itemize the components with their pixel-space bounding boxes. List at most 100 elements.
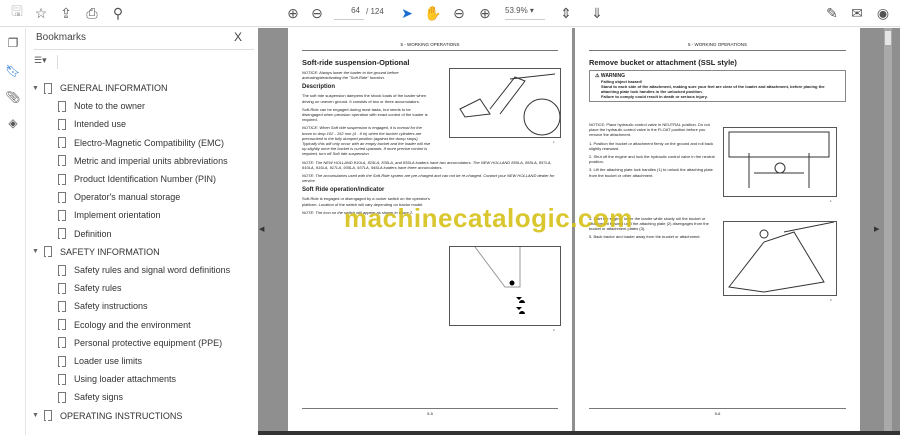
warning-line: Failure to comply could result in death … bbox=[601, 94, 708, 99]
star-icon[interactable]: ☆ bbox=[32, 4, 50, 22]
bookmark-icon bbox=[44, 410, 54, 422]
email-icon[interactable]: ✉ bbox=[848, 4, 866, 22]
bookmark-icon bbox=[58, 137, 68, 149]
bookmark-icon bbox=[58, 191, 68, 203]
bookmark-label: Using loader attachments bbox=[74, 374, 177, 385]
account-icon[interactable]: ◉ bbox=[874, 4, 892, 22]
bookmark-item[interactable]: Note to the owner bbox=[58, 98, 145, 114]
bookmark-item[interactable]: ▼ GENERAL INFORMATION bbox=[32, 80, 168, 96]
section-title: Remove bucket or attachment (SSL style) bbox=[589, 58, 737, 67]
collapse-panel-icon[interactable]: ◀ bbox=[259, 225, 264, 233]
notice: NOTICE: Always lower the loader to the g… bbox=[302, 70, 399, 81]
divider bbox=[34, 49, 254, 50]
page-fit-icon[interactable]: ⇕ bbox=[557, 4, 575, 22]
bookmark-item[interactable]: Safety rules bbox=[58, 280, 122, 296]
bookmark-item[interactable]: Ecology and the environment bbox=[58, 317, 191, 333]
bookmark-label: Loader use limits bbox=[74, 356, 143, 366]
step: 2. Shut off the engine and lock the hydr… bbox=[589, 154, 715, 165]
bookmarks-panel: Bookmarks X ☰▾ ▼ GENERAL INFORMATION Note … bbox=[26, 28, 258, 435]
panel-title: Bookmarks bbox=[36, 32, 87, 43]
navigation-rail: ❐ 🔖︎ 📎︎ ◈ bbox=[0, 28, 26, 435]
bookmark-icon bbox=[58, 173, 68, 185]
hand-tool-icon[interactable]: ✋ bbox=[424, 4, 442, 22]
bookmark-item[interactable]: Safety instructions bbox=[58, 298, 148, 314]
bookmark-item[interactable]: Using loader attachments bbox=[58, 371, 176, 387]
subheading: Description bbox=[302, 84, 336, 91]
bookmark-label: Safety rules bbox=[74, 283, 122, 294]
zoom-out-icon[interactable]: ⊖ bbox=[450, 4, 468, 22]
bookmark-item[interactable]: ▼ OPERATING INSTRUCTIONS bbox=[32, 408, 182, 424]
close-icon[interactable]: X bbox=[234, 30, 242, 44]
bookmark-label: Metric and imperial units abbreviations bbox=[74, 155, 228, 166]
bookmark-label: Safety rules and signal word definitions bbox=[74, 265, 231, 275]
page-total: / 124 bbox=[366, 7, 384, 16]
search-icon[interactable]: ⚲ bbox=[109, 4, 127, 22]
paragraph: The soft ride suspension dampens the sho… bbox=[302, 93, 427, 104]
vertical-scrollbar[interactable] bbox=[884, 28, 892, 435]
bookmark-label: Ecology and the environment bbox=[74, 319, 191, 330]
bookmark-label: Product Identification Number (PIN) bbox=[74, 174, 217, 184]
zoom-value: 53.9% bbox=[505, 6, 528, 15]
loader-figure bbox=[449, 68, 561, 138]
fill-sign-icon[interactable]: ✎ bbox=[823, 4, 841, 22]
scroll-mode-icon[interactable]: ⇓ bbox=[588, 4, 606, 22]
bookmark-item[interactable]: Loader use limits bbox=[58, 353, 142, 369]
bookmark-icon bbox=[58, 355, 68, 367]
bookmark-icon bbox=[44, 246, 54, 258]
bookmark-icon bbox=[58, 209, 68, 221]
figure-caption: 2 bbox=[553, 328, 555, 332]
pages-icon[interactable]: ❐ bbox=[5, 36, 21, 52]
select-cursor-icon[interactable]: ➤ bbox=[398, 4, 416, 22]
warning-box: ⚠ WARNING Falling object hazard! Stand t… bbox=[589, 70, 846, 102]
bookmark-options-button[interactable]: ☰▾ bbox=[34, 55, 58, 69]
save-icon[interactable]: 🖫 bbox=[8, 3, 26, 22]
bookmark-item[interactable]: Safety signs bbox=[58, 389, 123, 405]
figure-caption: 1 bbox=[830, 199, 832, 203]
scrollbar-thumb[interactable] bbox=[885, 31, 891, 45]
zoom-select[interactable]: 53.9% ▾ bbox=[505, 6, 545, 20]
bookmark-item[interactable]: Safety rules and signal word definitions bbox=[58, 262, 230, 278]
step: 1. Position the bucket or attachment fir… bbox=[589, 140, 714, 151]
bookmark-icon bbox=[58, 391, 68, 403]
bookmark-item[interactable]: Metric and imperial units abbreviations bbox=[58, 153, 228, 169]
previous-page-icon[interactable]: ⊕ bbox=[284, 4, 302, 22]
bookmark-icon bbox=[58, 319, 68, 331]
bookmark-icon bbox=[58, 100, 68, 112]
attaching-plate-figure bbox=[723, 127, 837, 197]
page-number-input[interactable]: 64 bbox=[334, 6, 364, 20]
bookmark-label: OPERATING INSTRUCTIONS bbox=[60, 410, 183, 421]
bookmark-icon bbox=[58, 282, 68, 294]
bucket-figure bbox=[723, 221, 837, 296]
page-footer: 5-5 bbox=[302, 408, 558, 416]
bookmark-item[interactable]: ▼ SAFETY INFORMATION bbox=[32, 244, 160, 260]
zoom-in-icon[interactable]: ⊕ bbox=[476, 4, 494, 22]
bookmark-label: Operator's manual storage bbox=[74, 192, 181, 203]
bookmark-item[interactable]: Implement orientation bbox=[58, 207, 161, 223]
next-page-icon[interactable]: ⊖ bbox=[308, 4, 326, 22]
bookmark-item[interactable]: Personal protective equipment (PPE) bbox=[58, 335, 222, 351]
bookmark-item[interactable]: Definition bbox=[58, 226, 112, 242]
bookmark-icon bbox=[58, 373, 68, 385]
bookmark-icon[interactable]: 🔖︎ bbox=[5, 64, 21, 80]
bookmark-item[interactable]: Product Identification Number (PIN) bbox=[58, 171, 216, 187]
bookmark-label: Definition bbox=[74, 228, 112, 239]
chevron-down-icon[interactable]: ▼ bbox=[32, 412, 44, 419]
watermark: machinecatalogic.com bbox=[344, 203, 633, 233]
bookmark-label: Safety instructions bbox=[74, 301, 148, 312]
bottom-bar bbox=[258, 431, 900, 435]
bookmark-icon bbox=[58, 118, 68, 130]
upload-cloud-icon[interactable]: ⇪ bbox=[57, 4, 75, 22]
bookmark-item[interactable]: Operator's manual storage bbox=[58, 189, 180, 205]
expand-panel-icon[interactable]: ▶ bbox=[874, 225, 879, 233]
layers-icon[interactable]: ◈ bbox=[5, 116, 21, 132]
bookmark-item[interactable]: Electro-Magnetic Compatibility (EMC) bbox=[58, 135, 224, 151]
print-icon[interactable]: ⎙ bbox=[83, 4, 101, 22]
chevron-down-icon[interactable]: ▼ bbox=[32, 85, 44, 92]
page-footer: 5-6 bbox=[589, 408, 846, 416]
bookmark-item[interactable]: Intended use bbox=[58, 116, 126, 132]
attachment-icon[interactable]: 📎︎ bbox=[5, 90, 21, 106]
chevron-down-icon[interactable]: ▼ bbox=[32, 248, 44, 255]
step: 5. Back tractor and loader away from the… bbox=[589, 234, 701, 240]
bookmark-icon bbox=[44, 82, 54, 94]
bookmark-label: Personal protective equipment (PPE) bbox=[74, 337, 223, 348]
